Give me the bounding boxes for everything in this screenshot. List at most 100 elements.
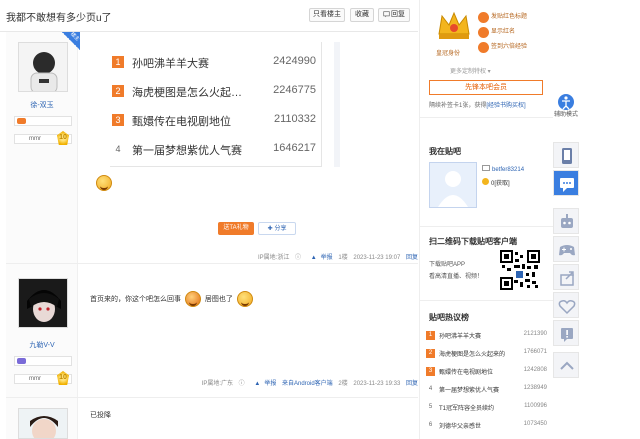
red-title-icon xyxy=(478,12,489,23)
ranking-scrollbar[interactable] xyxy=(334,42,340,167)
feedback-button[interactable] xyxy=(553,170,579,196)
back-to-top-button[interactable] xyxy=(553,352,579,378)
hot-rank: 5 xyxy=(428,404,433,410)
ranking-number: 2 xyxy=(112,85,124,97)
emoji-grin-icon xyxy=(236,291,253,307)
avatar[interactable] xyxy=(18,42,68,92)
post-time: 2023-11-23 19:33 xyxy=(353,381,401,387)
post-meta: IP属地:广东 ⓘ ▲ 举报 来自Android客户端 2楼 2023-11-23… xyxy=(198,378,418,387)
robot-button[interactable] xyxy=(553,208,579,234)
post-meta: IP属地:浙江 ⓘ ▲ 举报 1楼 2023-11-23 19:07 回复 xyxy=(254,252,418,261)
post-time: 2023-11-23 19:07 xyxy=(353,255,401,261)
hot-ranking-card: 1 孙吧沸羊羊大赛 2424990 2 海虎梗图是怎么火起来的 2246775 … xyxy=(110,42,322,167)
hot-count: 1766071 xyxy=(523,349,547,355)
my-username[interactable]: betfer83214 xyxy=(482,165,524,173)
phone-icon xyxy=(562,148,572,164)
download-line-2: 看高清直播、视频！ xyxy=(429,274,484,280)
ranking-count: 1646217 xyxy=(273,142,316,154)
author-name[interactable]: 九勒V-V xyxy=(6,340,78,350)
red-name-icon xyxy=(478,27,489,38)
ranking-row[interactable]: 3 甄嬛传在电视剧地位 2110332 xyxy=(110,112,320,128)
renew-link[interactable]: [经验书购买权] xyxy=(486,103,525,109)
open-membership-button[interactable]: 先锋本吧会员 xyxy=(429,80,543,95)
reply-top-button[interactable]: 回复 xyxy=(378,8,410,22)
hot-topic-row[interactable]: 6 刘德华父亲感世 1073450 xyxy=(426,418,547,434)
hot-topic-row[interactable]: 5 T1冠军阵容全员续约 1100996 xyxy=(426,400,547,416)
report-side-button[interactable] xyxy=(553,320,579,346)
sign-exp-icon xyxy=(478,42,489,53)
report-icon: ▲ xyxy=(310,255,317,261)
floor-number: 2楼 xyxy=(338,381,348,387)
op-corner-badge: 楼主 xyxy=(62,31,80,50)
right-sidebar: 皇冠身份 发贴红色标题 显示红名 签到六倍经验 更多定制特权 ▾ 先锋本吧会员 … xyxy=(419,0,553,439)
hot-name: 第一届梦想紫优人气赛 xyxy=(439,388,500,394)
hot-rank: 1 xyxy=(426,331,435,340)
ranking-name: 甄嬛传在电视剧地位 xyxy=(132,116,231,128)
share-side-button[interactable] xyxy=(553,264,579,290)
privilege-item: 发贴红色标题 xyxy=(478,12,527,27)
ranking-name: 海虎梗图是怎么火起来的 xyxy=(132,87,252,99)
only-op-button[interactable]: 只看楼主 xyxy=(309,8,345,22)
level-label: mmr xyxy=(29,376,41,382)
assist-mode-button[interactable]: 辅助模式 xyxy=(553,92,579,118)
author-name[interactable]: 徐-双玉 xyxy=(6,100,78,110)
post-text-part-1: 首页来的，你这个吧怎么回事 xyxy=(90,295,181,303)
hot-count: 1073450 xyxy=(523,421,547,427)
hot-topic-row[interactable]: 1 孙吧沸羊羊大赛 2121390 xyxy=(426,328,547,344)
send-gift-button[interactable]: 送TA礼物 xyxy=(218,222,254,235)
thread-title: 我都不敢想有多少页u了 xyxy=(6,13,112,24)
level-badge[interactable]: mmr 10 xyxy=(14,371,72,385)
avatar-image xyxy=(19,279,67,327)
info-icon: ⓘ xyxy=(238,381,245,387)
divider xyxy=(420,226,553,227)
share-icon xyxy=(560,271,574,286)
coin-icon xyxy=(482,178,489,185)
emoji-smile-icon xyxy=(96,175,112,191)
author-panel: 徐-双玉 mmr 10 xyxy=(6,32,78,263)
avatar[interactable] xyxy=(18,278,68,328)
ranking-count: 2110332 xyxy=(273,113,316,125)
mobile-button[interactable] xyxy=(553,142,579,168)
report-label: 举报 xyxy=(320,255,333,261)
report-link[interactable]: ▲ 举报 xyxy=(307,255,333,261)
ranking-number: 1 xyxy=(112,56,124,68)
hot-topic-row[interactable]: 3 甄嬛传在电视剧地位 1242808 xyxy=(426,364,547,380)
like-side-button[interactable] xyxy=(553,292,579,318)
avatar[interactable] xyxy=(18,408,68,439)
hot-topic-row[interactable]: 4 第一届梦想紫优人气赛 1238949 xyxy=(426,382,547,398)
share-button[interactable]: ✚ 分享 xyxy=(258,222,296,235)
ip-location: IP属地:广东 xyxy=(201,381,233,387)
my-avatar[interactable] xyxy=(429,162,477,208)
thread-page: 我都不敢想有多少页u了 只看楼主 收藏 回复 徐-双玉 mmr 10 楼主 1 … xyxy=(0,0,640,439)
ranking-count: 2246775 xyxy=(273,84,316,96)
level-label: mmr xyxy=(29,136,41,142)
privilege-label: 发贴红色标题 xyxy=(491,14,528,20)
reply-link[interactable]: 回复 xyxy=(406,255,418,261)
ranking-row[interactable]: 2 海虎梗图是怎么火起来的 2246775 xyxy=(110,83,320,99)
floor-number: 1楼 xyxy=(338,255,348,261)
post-text-part-2: 居图也了 xyxy=(204,295,233,303)
my-reputation[interactable]: 0[获取] xyxy=(482,178,510,187)
heart-icon xyxy=(558,300,576,315)
report-link[interactable]: ▲ 举报 xyxy=(250,381,276,387)
avatar-image xyxy=(19,43,67,91)
my-bar-title: 我在贴吧 xyxy=(429,147,461,156)
hot-rank: 3 xyxy=(426,367,435,376)
client-source-link[interactable]: 来自Android客户端 xyxy=(282,381,333,387)
ranking-row[interactable]: 4 第一届梦想紫优人气赛 1646217 xyxy=(110,141,320,157)
privilege-label: 签到六倍经验 xyxy=(491,44,528,50)
favorite-button[interactable]: 收藏 xyxy=(350,8,374,22)
level-badge[interactable]: mmr 10 xyxy=(14,131,72,145)
chevron-up-icon xyxy=(560,361,574,370)
ranking-row[interactable]: 1 孙吧沸羊羊大赛 2424990 xyxy=(110,54,320,70)
my-username-label: betfer83214 xyxy=(492,167,525,173)
game-button[interactable] xyxy=(553,236,579,262)
hot-topics-title: 贴吧热议榜 xyxy=(429,313,469,322)
hot-count: 1242808 xyxy=(523,367,547,373)
ranking-name: 第一届梦想紫优人气赛 xyxy=(132,145,242,157)
hot-topic-row[interactable]: 2 海虎梗图是怎么火起来的 1766071 xyxy=(426,346,547,362)
post-content: 1 孙吧沸羊羊大赛 2424990 2 海虎梗图是怎么火起来的 2246775 … xyxy=(90,32,418,263)
privilege-label: 显示红名 xyxy=(491,29,516,35)
more-privileges-link[interactable]: 更多定制特权 ▾ xyxy=(450,66,491,75)
reply-link[interactable]: 回复 xyxy=(406,381,418,387)
